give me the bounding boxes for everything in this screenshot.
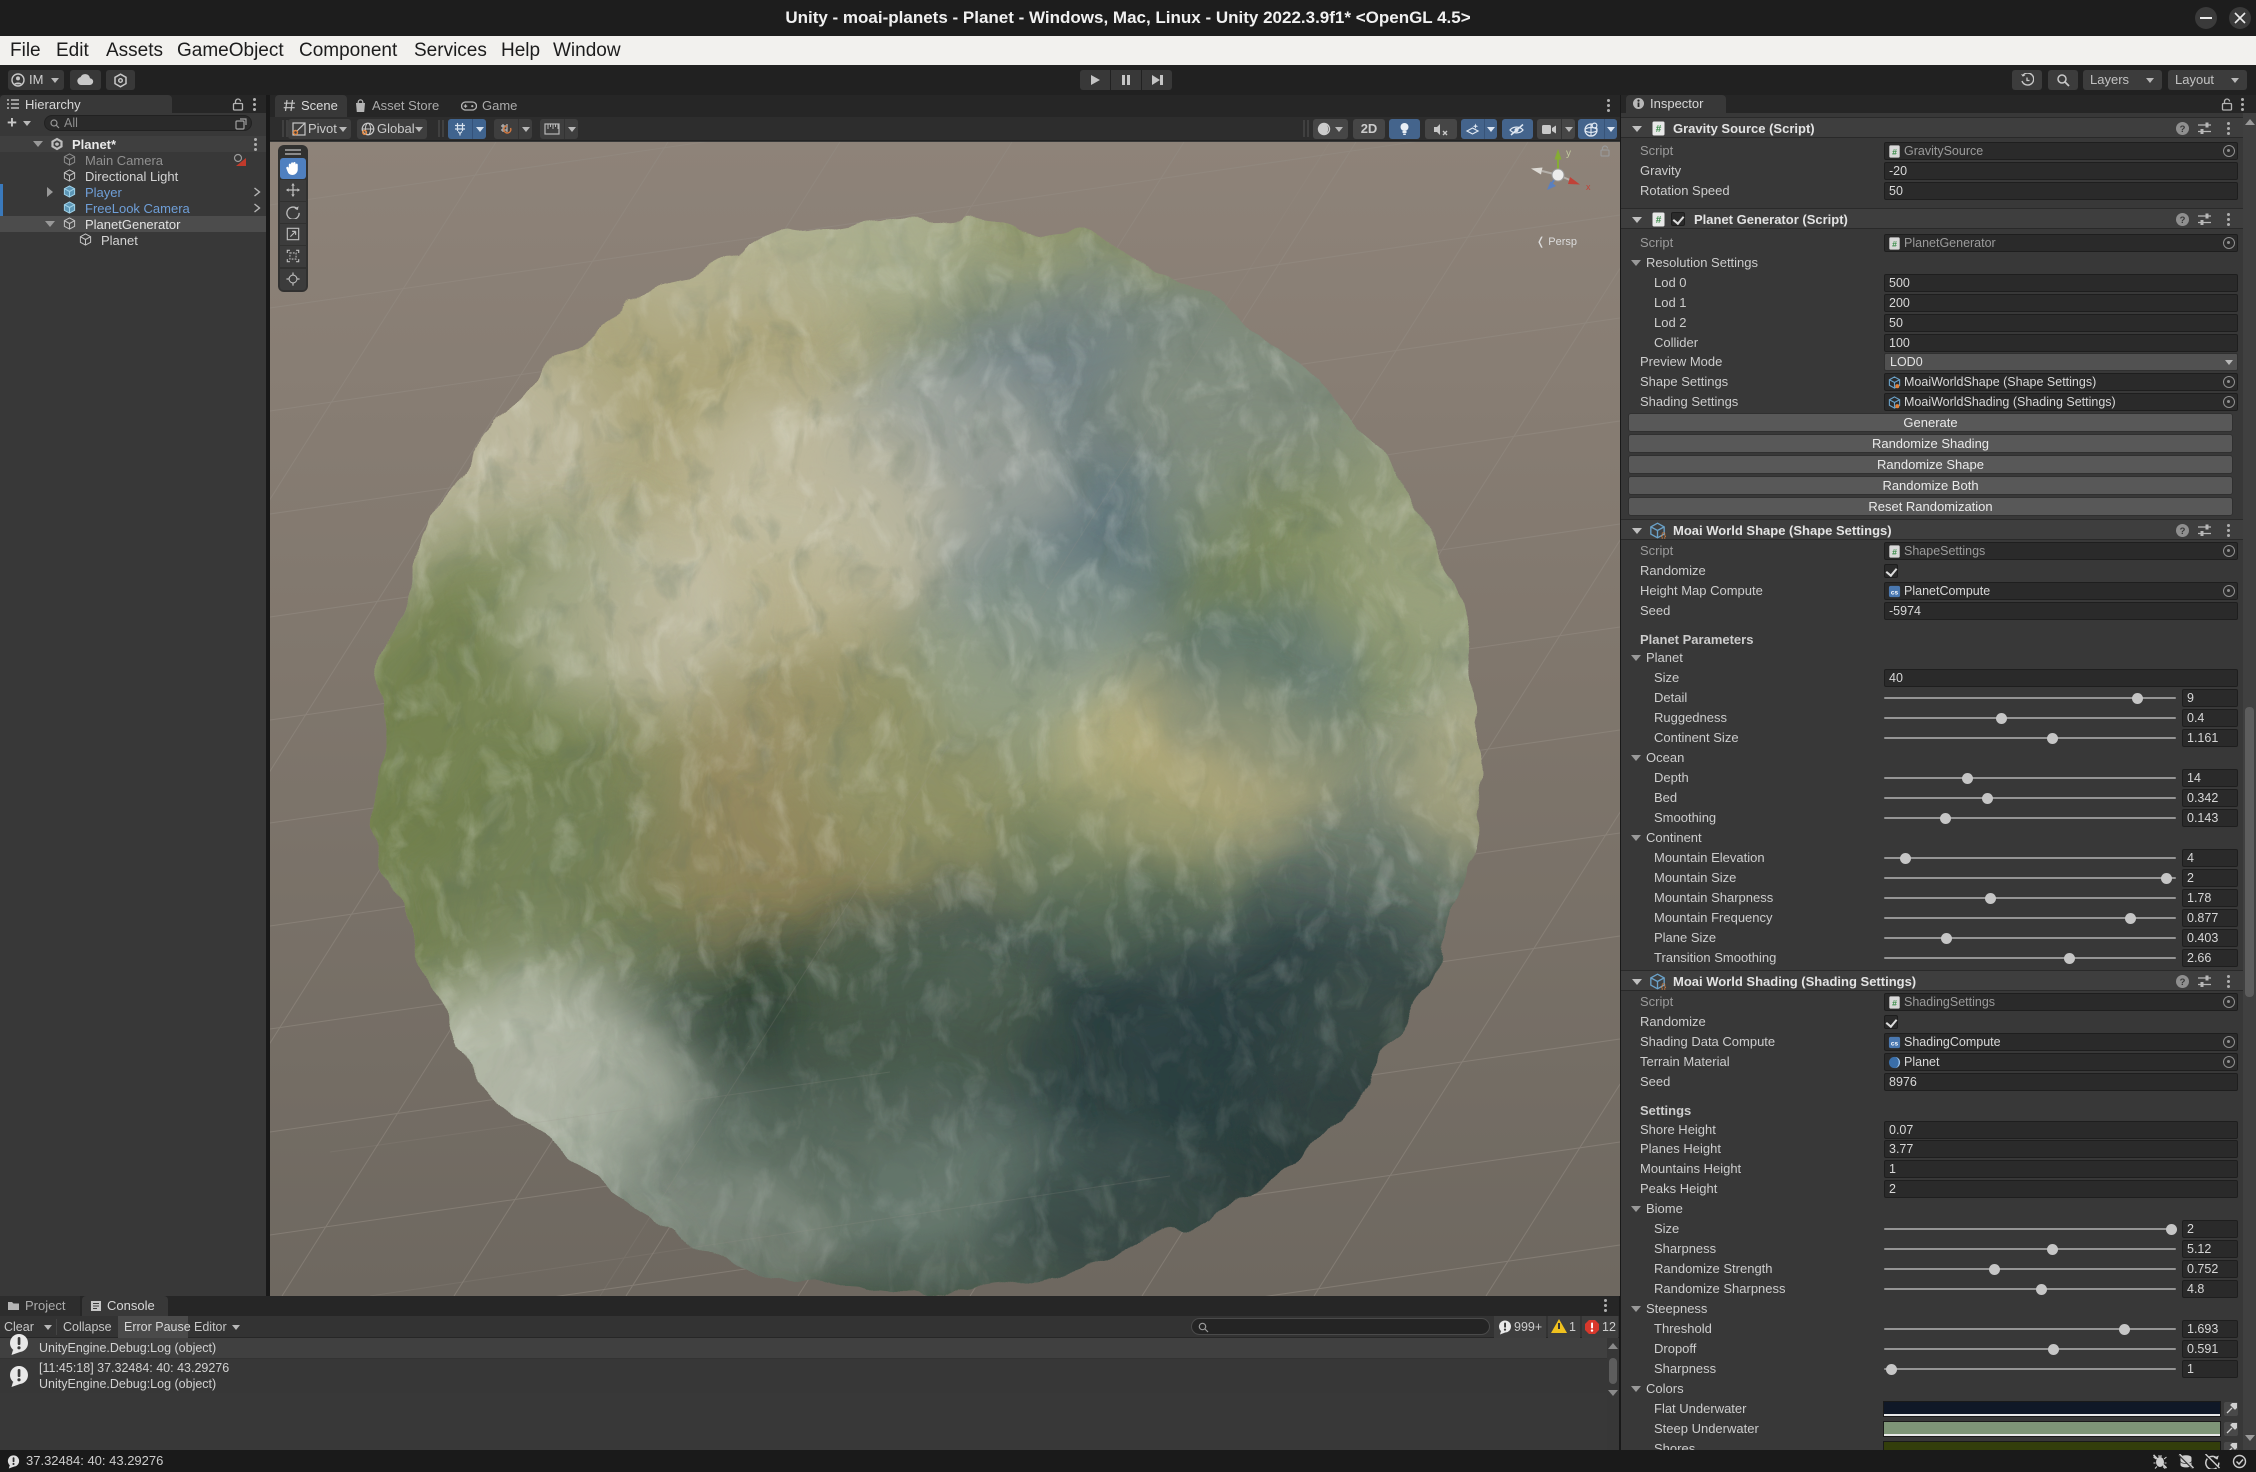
svg-text:#: # [1892,547,1897,557]
svg-text:?: ? [2180,977,2186,988]
svg-text:cs: cs [1891,1040,1899,1047]
svg-text:#: # [1892,998,1897,1008]
svg-text:?: ? [2180,215,2186,226]
svg-text:#: # [1892,147,1897,157]
svg-text:?: ? [2180,124,2186,135]
svg-text:{}: {} [1661,531,1666,539]
svg-text:{}: {} [1661,982,1666,990]
svg-text:#: # [1656,215,1662,226]
svg-text:y: y [1566,148,1571,159]
svg-text:cs: cs [1891,589,1899,596]
svg-text:#: # [1892,239,1897,249]
svg-text:#: # [1656,124,1662,135]
svg-text:x: x [1586,182,1591,192]
svg-text:?: ? [2180,526,2186,537]
